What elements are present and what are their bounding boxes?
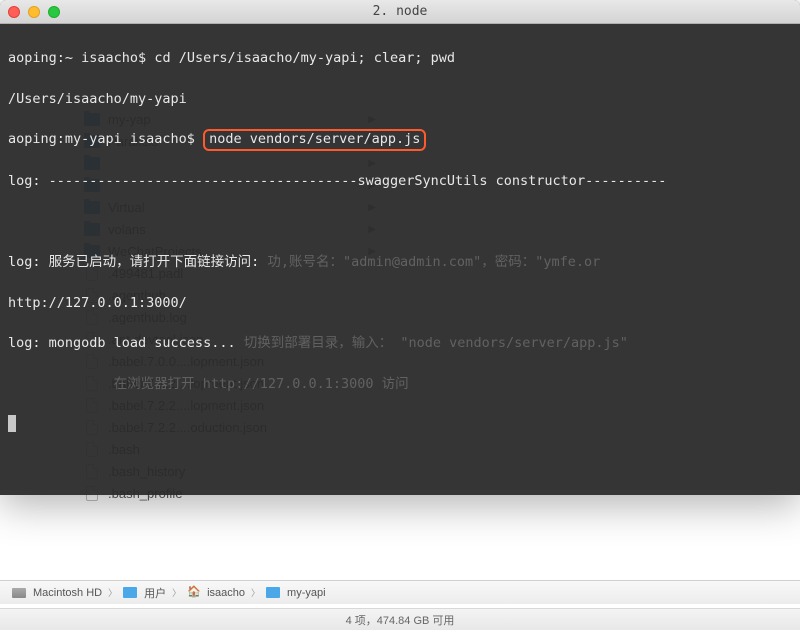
chevron-right-icon: 〉 xyxy=(172,586,181,599)
command-text: node vendors/server/app.js xyxy=(209,131,420,147)
terminal-window: 2. node aoping:~ isaacho$ cd /Users/isaa… xyxy=(0,0,800,495)
status-bar: 4 项，474.84 GB 可用 xyxy=(0,608,800,630)
terminal-line: log: 服务已启动，请打开下面链接访问: 功,账号名："admin@admin… xyxy=(8,252,792,272)
home-icon xyxy=(187,587,200,599)
maximize-button[interactable] xyxy=(48,6,60,18)
chevron-right-icon: 〉 xyxy=(251,586,260,599)
highlighted-command: node vendors/server/app.js xyxy=(203,129,426,151)
path-segment[interactable]: Macintosh HD xyxy=(33,587,102,599)
output-text: http://127.0.0.1:3000/ xyxy=(8,295,187,311)
prompt: aoping:my-yapi isaacho$ xyxy=(8,131,203,147)
output-text: log: mongodb load success... xyxy=(8,335,236,351)
ghost-text: 在浏览器打开 http://127.0.0.1:3000 访问 xyxy=(114,376,409,392)
output-text: log: 服务已启动，请打开下面链接访问: xyxy=(8,254,259,270)
traffic-lights xyxy=(8,6,60,18)
terminal-output[interactable]: aoping:~ isaacho$ cd /Users/isaacho/my-y… xyxy=(0,24,800,495)
ghost-text: 功,账号名："admin@admin.com"，密码："ymfe.or xyxy=(267,254,600,270)
chevron-right-icon: 〉 xyxy=(108,586,117,599)
minimize-button[interactable] xyxy=(28,6,40,18)
terminal-line: log: -----------------------------------… xyxy=(8,171,792,191)
status-text: 4 项，474.84 GB 可用 xyxy=(346,612,455,628)
folder-icon xyxy=(123,587,137,598)
output-text: log: -----------------------------------… xyxy=(8,173,666,189)
prompt: aoping:~ isaacho$ xyxy=(8,50,154,66)
terminal-line: 在浏览器打开 http://127.0.0.1:3000 访问 xyxy=(8,374,792,394)
terminal-line xyxy=(8,414,792,434)
cursor xyxy=(8,415,16,432)
terminal-line: aoping:my-yapi isaacho$ node vendors/ser… xyxy=(8,129,792,151)
path-bar[interactable]: Macintosh HD 〉 用户 〉 isaacho 〉 my-yapi xyxy=(0,580,800,604)
command-text: cd /Users/isaacho/my-yapi; clear; pwd xyxy=(154,50,455,66)
folder-icon xyxy=(266,587,280,598)
window-title: 2. node xyxy=(0,4,800,19)
close-button[interactable] xyxy=(8,6,20,18)
output-text: /Users/isaacho/my-yapi xyxy=(8,91,187,107)
disk-icon xyxy=(12,588,26,598)
ghost-text: 切换到部署目录，输入： "node vendors/server/app.js" xyxy=(244,335,628,351)
terminal-line: log: mongodb load success... 切换到部署目录，输入：… xyxy=(8,333,792,353)
terminal-line: aoping:~ isaacho$ cd /Users/isaacho/my-y… xyxy=(8,48,792,68)
terminal-line: http://127.0.0.1:3000/ xyxy=(8,293,792,313)
titlebar[interactable]: 2. node xyxy=(0,0,800,24)
path-segment[interactable]: 用户 xyxy=(144,585,166,601)
path-segment[interactable]: isaacho xyxy=(207,587,245,599)
terminal-line xyxy=(8,212,792,232)
path-segment[interactable]: my-yapi xyxy=(287,587,326,599)
terminal-line: /Users/isaacho/my-yapi xyxy=(8,89,792,109)
